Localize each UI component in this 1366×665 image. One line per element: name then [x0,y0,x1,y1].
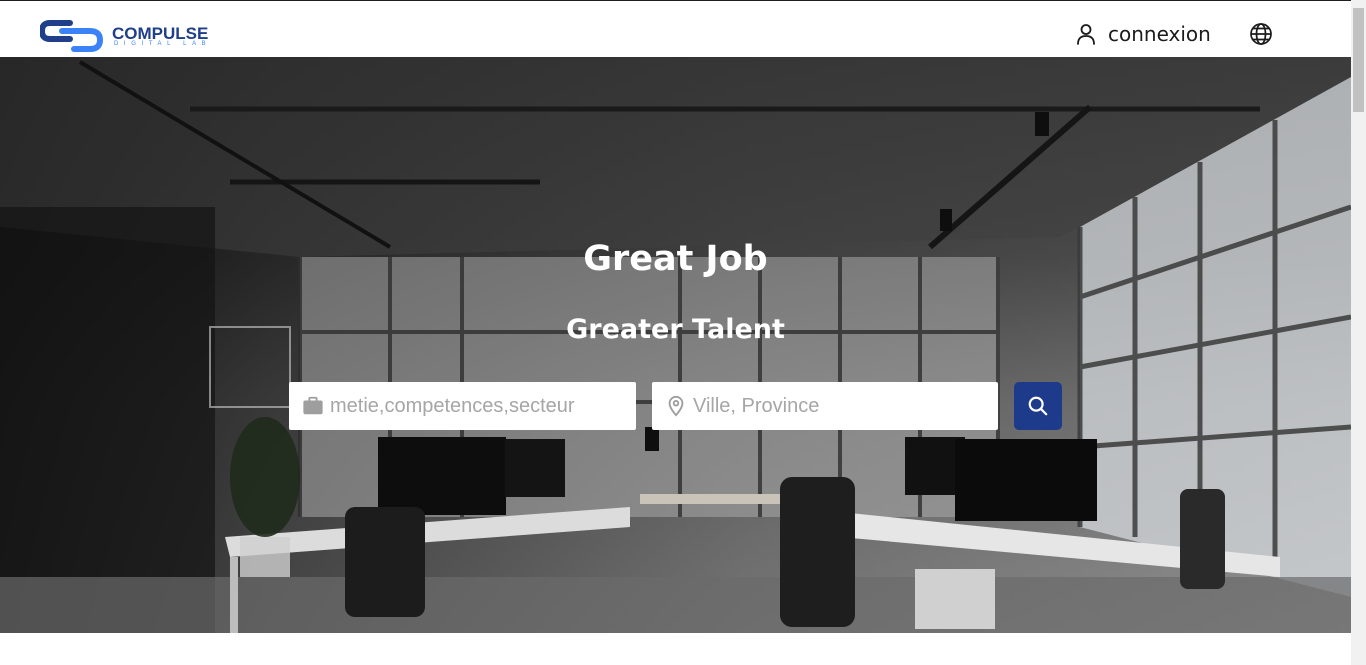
map-pin-icon [668,395,684,417]
search-icon [1028,396,1048,416]
site-header: COMPULSE DIGITAL LAB connexion [0,1,1351,57]
logo-mark-icon [40,20,104,52]
job-search-input[interactable] [330,386,620,426]
briefcase-icon [303,396,323,415]
hero-banner: Great Job Greater Talent [0,57,1351,633]
logo-subtext: DIGITAL LAB [114,41,212,47]
globe-icon[interactable] [1249,22,1273,46]
user-icon [1077,24,1095,45]
login-label: connexion [1108,22,1211,46]
hero-title: Great Job [583,239,768,279]
hero-subtitle: Greater Talent [566,314,785,345]
search-button[interactable] [1014,382,1062,430]
page-scrollbar[interactable] [1351,0,1366,665]
page: COMPULSE DIGITAL LAB connexion Great Job… [0,0,1351,665]
site-logo[interactable]: COMPULSE DIGITAL LAB [40,17,230,57]
location-search-input[interactable] [693,386,983,426]
scrollbar-thumb[interactable] [1353,8,1364,112]
hero-office-background [0,57,1351,633]
job-search-field[interactable] [289,382,636,430]
logo-text: COMPULSE [112,24,209,43]
location-search-field[interactable] [652,382,998,430]
login-link[interactable]: connexion [1074,19,1211,49]
